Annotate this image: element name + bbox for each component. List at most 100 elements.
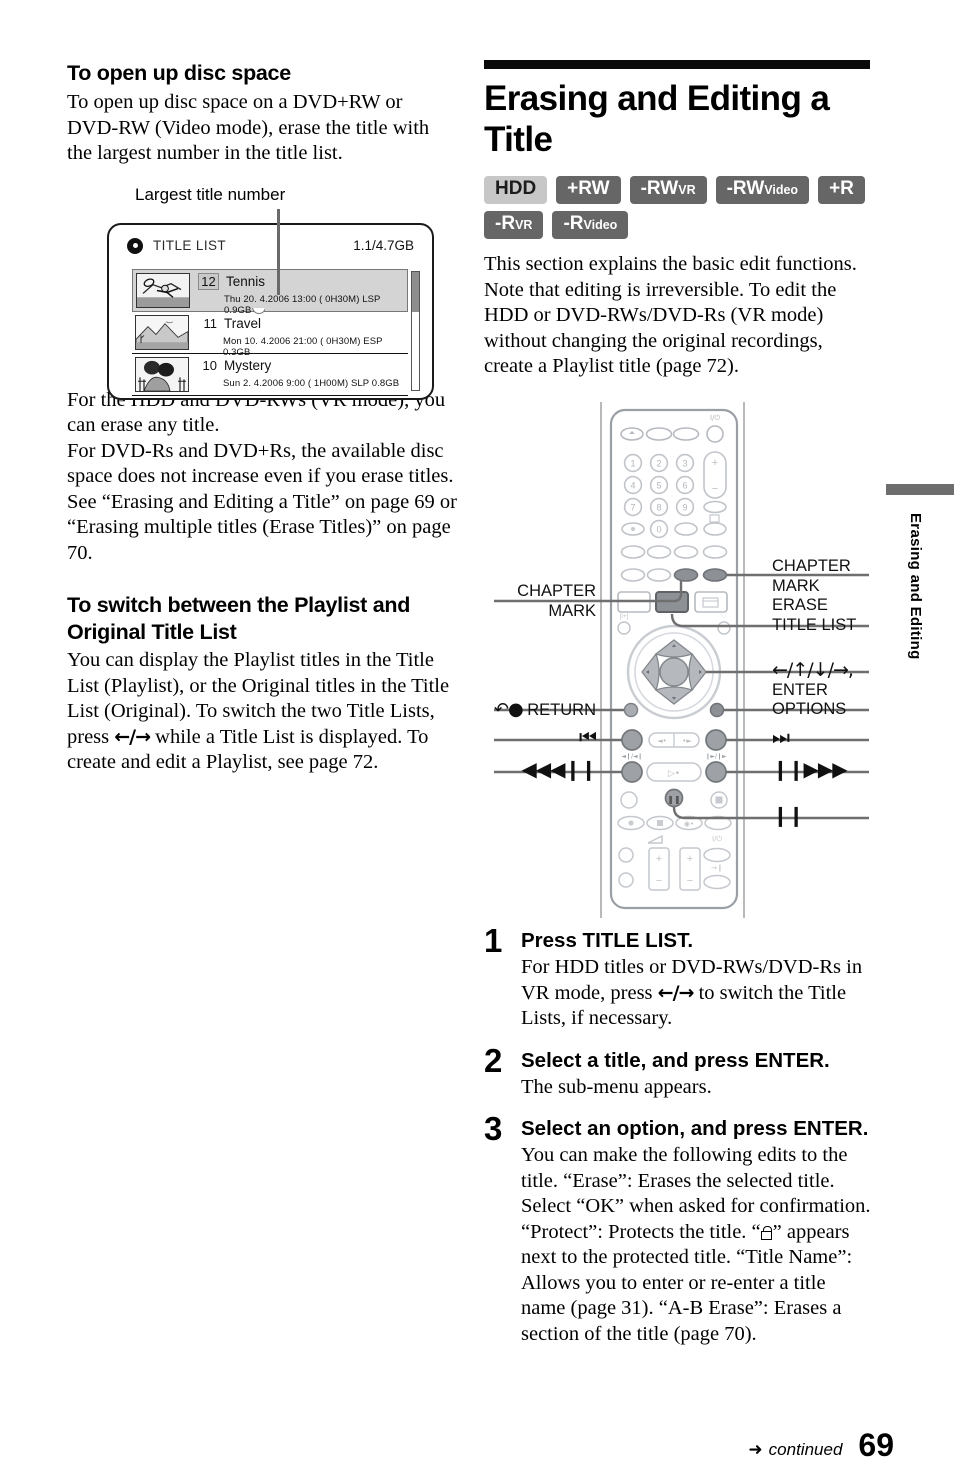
media-badge-row-1: HDD +RW -RWVR -RWVideo +R [484,176,870,204]
return-icon: ↶● [493,699,524,720]
callout-chapter-mark-erase: CHAPTER MARK ERASE [772,557,851,614]
tv-screen: TITLE LIST 1.1/4.7GB 12 Tennis Thu 20. 4… [107,222,434,400]
title-name: Tennis [226,274,266,289]
tv-screen-capacity: 1.1/4.7GB [353,238,414,253]
step-1: 1 Press TITLE LIST. For HDD titles or DV… [484,924,874,1032]
figure-remote-control: I/⏻ 123 456 789 0 + − [i+] ♡ ◄• •► ◄❙/◄❙… [484,400,874,920]
step-3: 3 Select an option, and press ENTER. You… [484,1112,874,1347]
title-meta: Sun 2. 4.2006 9:00 ( 1H00M) SLP 0.8GB [223,377,400,389]
left-body-group-1: For the HDD and DVD-RWs (VR mode), you c… [67,388,457,567]
enter-button [659,657,689,687]
svg-text:1: 1 [630,458,635,468]
leader-line [277,208,280,295]
page-number: 69 [858,1427,894,1463]
next-button [705,729,727,751]
svg-text:❚❚: ❚❚ [667,795,680,804]
right-column: Erasing and Editing a Title HDD +RW -RWV… [484,60,870,400]
chapter-mark-button [673,568,699,582]
prev-button [621,729,643,751]
svg-text:◄•: ◄• [657,737,667,745]
svg-text:→❙: →❙ [711,864,723,872]
thumbnail-tennis [136,272,190,308]
scrollbar[interactable] [411,270,420,391]
section-intro-paragraph: This section explains the basic edit fun… [484,253,857,377]
options-button [709,702,725,718]
section-heading-open-disc-space: To open up disc space [67,61,291,85]
media-badge-group: HDD +RW -RWVR -RWVideo +R -RVR -RVideo [484,176,870,239]
svg-text:◄❙/◄❙: ◄❙/◄❙ [621,753,642,760]
svg-text:❙►/❙►: ❙►/❙► [705,753,727,760]
continued-arrow-icon: ➜ [748,1440,762,1460]
step-text: For HDD titles or DVD-RWs/DVD-Rs in VR m… [521,956,863,1029]
step-title: Select an option, and press ENTER. [521,1117,869,1140]
callout-options: OPTIONS [772,700,847,718]
page-footer: ➜ continued 69 [748,1429,894,1461]
svg-text:◉•: ◉• [684,820,694,828]
forward-button [705,761,727,783]
lock-icon [760,1225,773,1240]
svg-text:♡: ♡ [720,611,728,621]
side-tab-label: Erasing and Editing [907,513,924,660]
table-row[interactable]: 10 Mystery Sun 2. 4.2006 9:00 ( 1H00M) S… [132,354,408,396]
callout-pause-icon: ❙❙ [772,803,805,827]
section-heading-switch-playlist: To switch between the Playlist and Origi… [67,593,411,644]
side-tab-bar [886,484,954,495]
svg-text:+: + [712,457,718,469]
title-number: 12 [198,273,219,290]
direction-arrows-icon: ←/↑/↓/→, [772,659,854,681]
thumbnail-travel [135,314,189,350]
svg-text:▷•: ▷• [668,769,680,779]
manual-page: To open up disc space To open up disc sp… [0,0,954,1483]
page-title: Erasing and Editing a Title [484,79,830,159]
title-name: Travel [224,316,262,331]
paragraph-switch-playlist: You can display the Playlist titles in t… [67,648,457,776]
step-title: Select a title, and press ENTER. [521,1048,830,1072]
step-title: Press TITLE LIST. [521,929,694,952]
disc-icon [127,237,143,254]
table-row[interactable]: 12 Tennis Thu 20. 4.2006 13:00 ( 0H30M) … [132,268,408,316]
svg-text:4: 4 [630,480,635,490]
thumbnail-mystery [135,356,189,392]
step-text: You can make the following edits to the … [521,1143,874,1347]
intro-paragraph: To open up disc space on a DVD+RW or DVD… [67,91,430,164]
step-2: 2 Select a title, and press ENTER. The s… [484,1044,874,1101]
row-content: 10 Mystery Sun 2. 4.2006 9:00 ( 1H00M) S… [189,354,408,395]
left-column: To open up disc space To open up disc sp… [67,60,457,796]
callout-title-list: TITLE LIST [772,616,857,634]
callout-return: ↶● RETURN [493,699,596,720]
title-rule [484,60,870,69]
table-row[interactable]: 11 Travel Mon 10. 4.2006 21:00 ( 0H30M) … [132,312,408,358]
callout-forward-slow-icon: ❙❙▶▶▶ [772,757,848,781]
badge-plus-rw: +RW [556,176,621,204]
svg-text:[i+]: [i+] [620,613,629,620]
continued-label: continued [768,1440,843,1459]
row-content: 12 Tennis Thu 20. 4.2006 13:00 ( 0H30M) … [190,270,407,316]
callout-rewind-slow-icon: ◀◀◀❙❙ [521,757,597,781]
return-button [623,702,639,718]
figure-caption: Largest title number [135,184,286,204]
svg-text:−: − [656,875,662,887]
chapter-mark-erase-button [702,568,728,582]
media-badge-row-2: -RVR -RVideo [484,211,870,239]
title-number: 10 [202,358,217,373]
svg-text:I/⏻: I/⏻ [710,414,720,422]
figure-title-list-screen: Largest title number TITLE LIST 1.1/4.7G… [67,184,457,400]
callout-previous-icon: ⏮ [579,725,597,749]
procedure-steps: 1 Press TITLE LIST. For HDD titles or DV… [484,924,874,1363]
callout-next-icon: ⏭ [772,725,790,749]
rewind-button [621,761,643,783]
badge-minus-r-vr: -RVR [484,211,544,239]
tv-title-list: 12 Tennis Thu 20. 4.2006 13:00 ( 0H30M) … [132,268,420,396]
callout-chapter-mark: CHAPTER MARK [517,582,596,620]
svg-text:7: 7 [630,502,635,512]
step-number: 2 [484,1041,503,1079]
step-number: 1 [484,922,503,959]
scrollbar-thumb[interactable] [412,271,419,312]
svg-text:9: 9 [682,502,687,512]
svg-text:−: − [687,875,693,887]
svg-text:5: 5 [656,480,661,490]
paragraph-see-reference: See “Erasing and Editing a Title” on pag… [67,490,457,564]
step-text: The sub-menu appears. [521,1075,712,1098]
svg-text:−: − [712,483,718,495]
left-right-arrow-icon: ←/→ [657,981,695,1004]
